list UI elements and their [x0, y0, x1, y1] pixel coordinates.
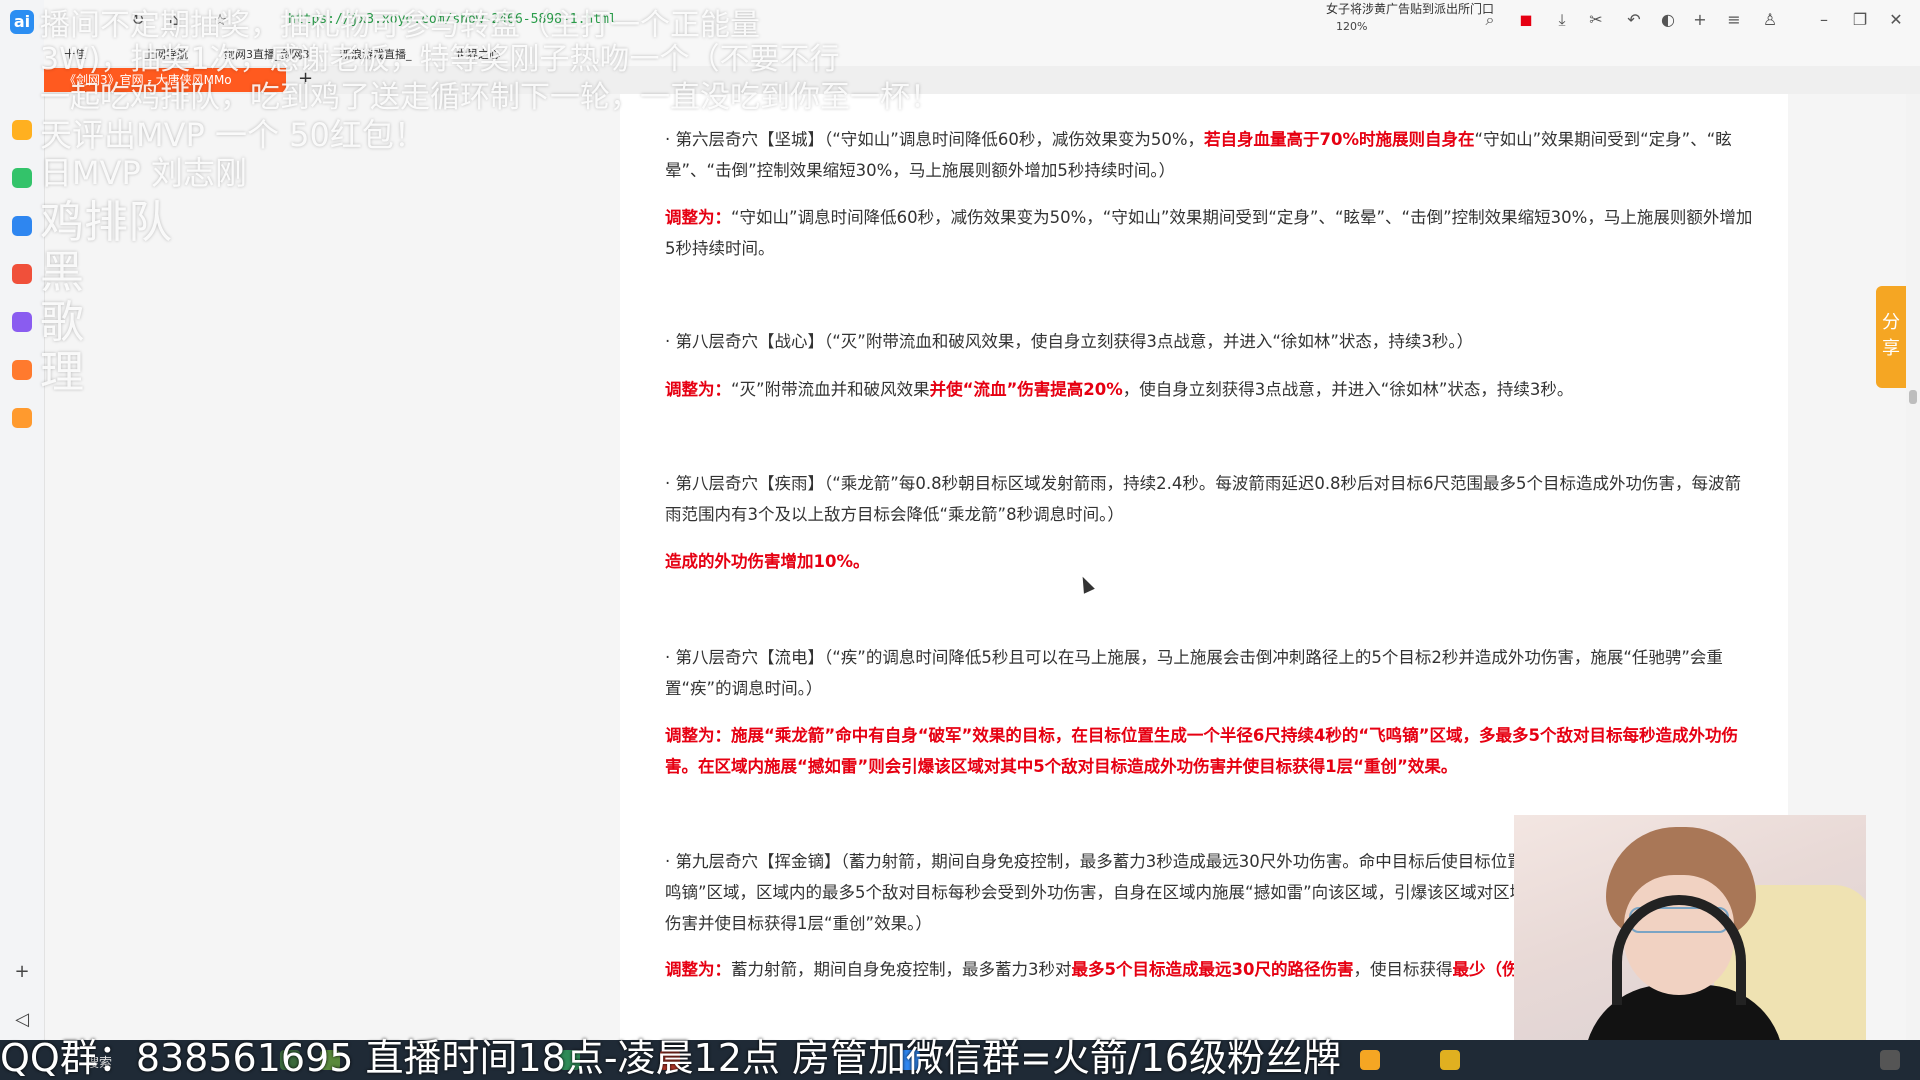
scrollbar-thumb[interactable]	[1909, 390, 1917, 404]
moon-icon[interactable]: ◐	[1658, 10, 1678, 30]
download-icon[interactable]: ⤓	[1552, 10, 1572, 30]
undo-icon[interactable]: ↶	[1624, 10, 1644, 30]
paragraph: · 第六层奇穴【坚城】（“守如山”调息时间降低60秒，减伤效果变为50%，若自身…	[665, 130, 1732, 180]
app-logo[interactable]: ai	[10, 10, 34, 34]
paragraph: · 第八层奇穴【流电】（“疾”的调息时间降低5秒且可以在马上施展，马上施展会击倒…	[665, 648, 1723, 698]
paragraph: 调整为：施展“乘龙箭”命中有自身“破军”效果的目标，在目标位置生成一个半径6尺持…	[665, 726, 1739, 776]
plus-icon[interactable]: +	[1690, 10, 1710, 30]
sidebar-app-icon[interactable]	[12, 408, 32, 428]
paragraph: 调整为：“灭”附带流血并和破风效果并使“流血”伤害提高20%，使自身立刻获得3点…	[665, 380, 1574, 399]
sidebar-app-icon[interactable]	[12, 360, 32, 380]
minimize-icon[interactable]: –	[1814, 10, 1834, 30]
collapse-icon[interactable]: ◁	[12, 1010, 32, 1030]
paragraph: 造成的外功伤害增加10%。	[665, 552, 870, 571]
stream-overlay-line: 理	[40, 347, 84, 398]
sidebar-app-icon[interactable]	[12, 312, 32, 332]
close-icon[interactable]: ✕	[1886, 10, 1906, 30]
sidebar-app-icon[interactable]	[12, 120, 32, 140]
left-sidebar: ai + ◁	[0, 0, 45, 1080]
scrollbar[interactable]	[1906, 94, 1920, 1044]
share-button[interactable]: 分享	[1876, 286, 1906, 388]
sidebar-app-icon[interactable]	[12, 168, 32, 188]
restore-icon[interactable]: ❐	[1850, 10, 1870, 30]
menu-icon[interactable]: ≡	[1724, 10, 1744, 30]
zoom-level[interactable]: 120%	[1336, 20, 1367, 33]
add-icon[interactable]: +	[12, 962, 32, 982]
sidebar-app-icon[interactable]	[12, 264, 32, 284]
paragraph: 调整为：“守如山”调息时间降低60秒，减伤效果变为50%，“守如山”效果期间受到…	[665, 208, 1753, 258]
paragraph: · 第八层奇穴【战心】（“灭”附带流血和破风效果，使自身立刻获得3点战意，并进入…	[665, 332, 1474, 351]
stream-bottom-banner: QQ群：838561695 直播时间18点-凌晨12点 房管加微信群=火箭/16…	[0, 1036, 1341, 1080]
paragraph: · 第八层奇穴【疾雨】（“乘龙箭”每0.8秒朝目标区域发射箭雨，持续2.4秒。每…	[665, 474, 1742, 524]
translate-icon[interactable]: ◼	[1516, 10, 1536, 30]
scissors-icon[interactable]: ✂	[1586, 10, 1606, 30]
shirt-icon[interactable]: ♙	[1760, 10, 1780, 30]
sidebar-app-icon[interactable]	[12, 216, 32, 236]
search-icon[interactable]: ⌕	[1480, 10, 1500, 30]
news-ticker[interactable]: 女子将涉黄广告贴到派出所门口	[1326, 0, 1494, 17]
